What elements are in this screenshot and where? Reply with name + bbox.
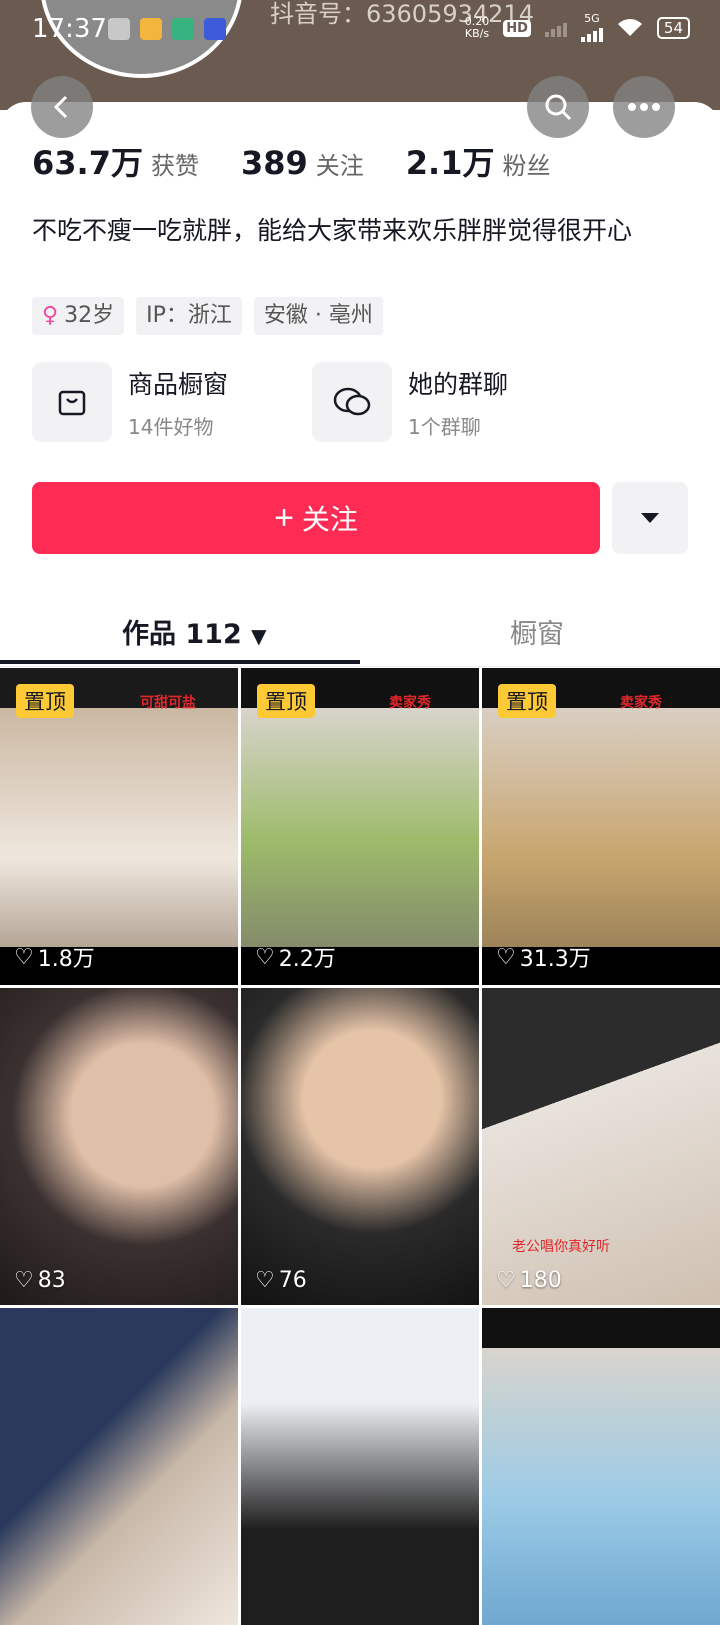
overlay-text: 可甜可盐 [140,695,196,711]
like-count: ♡ 1.8万 [14,944,95,973]
pinned-badge: 置顶 [498,684,556,718]
video-thumbnail[interactable] [0,1308,238,1625]
like-count: ♡ 76 [255,1268,307,1293]
heart-icon: ♡ [255,1268,275,1293]
like-count: ♡ 31.3万 [496,944,591,973]
overlay-text: 卖家秀 [389,695,431,711]
heart-icon: ♡ [14,944,34,970]
plus-icon: + [274,499,294,537]
pinned-badge: 置顶 [16,684,74,718]
sync-icon [172,18,194,40]
video-grid: 置顶 可甜可盐 ♡ 1.8万 置顶 卖家秀 ♡ 2.2万 置顶 卖家秀 ♡ 31.3万… [0,668,720,1625]
shop-window-entry[interactable]: 商品橱窗 14件好物 [32,362,228,442]
following-count[interactable]: 389 [241,144,308,182]
mail-icon [140,18,162,40]
follow-label: 关注 [301,504,358,535]
follow-more-button[interactable] [612,482,688,554]
following-label[interactable]: 关注 [316,146,364,181]
search-icon [545,94,572,121]
more-options-button[interactable] [613,76,675,138]
group-chat-entry[interactable]: 她的群聊 1个群聊 [312,362,508,442]
like-count: ♡ 2.2万 [255,944,336,973]
ip-tag: IP：浙江 [136,297,242,335]
more-dots-icon [628,103,660,111]
video-thumbnail[interactable]: 置顶 可甜可盐 ♡ 1.8万 [0,668,238,985]
shopping-bag-icon [32,362,112,442]
age-tag: ♀ 32岁 [32,297,125,335]
storage-icon [108,18,130,40]
battery-icon: 54 [656,17,690,39]
overlay-text: 卖家秀 [620,695,662,711]
tab-works[interactable]: 作品 112 ▼ [122,612,267,651]
net-speed: 0.20 KB/s [464,15,490,40]
back-arrow-icon [53,95,68,119]
video-thumbnail[interactable]: ♡ 83 [0,988,238,1305]
female-icon: ♀ [42,303,59,328]
heart-icon: ♡ [496,944,516,970]
followers-label[interactable]: 粉丝 [502,146,550,181]
search-button[interactable] [527,76,589,138]
profile-tags: ♀ 32岁 IP：浙江 安徽 · 亳州 [32,297,383,335]
overlay-text: 老公唱你真好听 [512,1239,610,1255]
pinned-badge: 置顶 [257,684,315,718]
like-count: ♡ 83 [14,1268,66,1293]
video-thumbnail[interactable]: 置顶 卖家秀 ♡ 31.3万 [482,668,720,985]
follow-button[interactable]: + 关注 [32,482,600,554]
signal-icon-5g: 5G [580,12,603,42]
chat-bubbles-icon [312,362,392,442]
tab-underline [0,660,360,664]
group-chat-title: 她的群聊 [408,369,509,399]
location-tag: 安徽 · 亳州 [253,297,383,335]
content-tabs: 作品 112 ▼ 橱窗 [0,586,720,667]
heart-icon: ♡ [496,1268,516,1293]
video-thumbnail[interactable] [241,1308,479,1625]
age-text: 32岁 [64,303,115,328]
network-type: 5G [584,12,600,25]
likes-label: 获赞 [150,152,199,180]
likes-count: 63.7万 [32,144,143,182]
video-thumbnail[interactable]: 置顶 卖家秀 ♡ 2.2万 [241,668,479,985]
dropdown-icon: ▼ [251,624,267,648]
signal-icon-sim1 [544,19,567,37]
tab-showcase[interactable]: 橱窗 [510,612,564,651]
profile-stats: 63.7万 获赞 389 关注 2.1万 粉丝 [32,138,592,184]
shop-window-title: 商品橱窗 [128,369,229,399]
group-chat-count: 1个群聊 [408,414,481,439]
status-bar: 17:37 抖音号：63605934214 0.20 KB/s HD 5G 54 [0,0,720,60]
followers-count[interactable]: 2.1万 [406,138,495,184]
status-notification-icons [108,18,226,40]
status-time: 17:37 [32,14,107,44]
triangle-down-icon [641,513,659,523]
heart-icon: ♡ [255,944,275,970]
video-thumbnail[interactable]: ♡ 76 [241,988,479,1305]
back-button[interactable] [31,76,93,138]
heart-icon: ♡ [14,1268,34,1293]
like-count: ♡ 180 [496,1268,562,1293]
video-thumbnail[interactable]: 老公唱你真好听 ♡ 180 [482,988,720,1305]
shop-window-count: 14件好物 [128,414,214,439]
wifi-icon [617,19,642,36]
tab-works-label: 作品 112 [122,619,242,650]
video-thumbnail[interactable] [482,1308,720,1625]
profile-bio: 不吃不瘦一吃就胖，能给大家带来欢乐胖胖觉得很开心 [32,216,633,245]
status-right-group: 0.20 KB/s HD 5G 54 [464,12,690,42]
hd-icon: HD [503,19,531,37]
app-notification-icon [204,18,226,40]
